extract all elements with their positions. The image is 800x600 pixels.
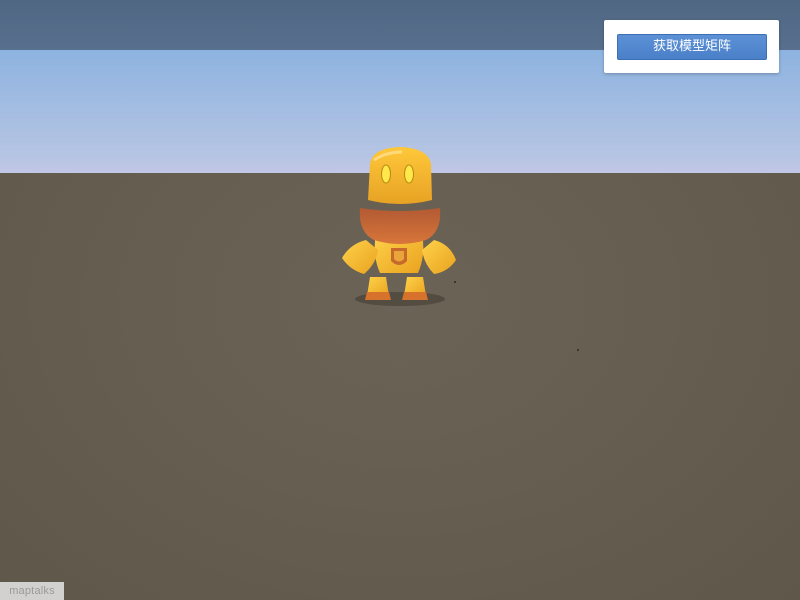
get-model-matrix-button[interactable]: 获取模型矩阵 [617,34,767,60]
control-panel: 获取模型矩阵 [604,20,779,73]
robot-3d-model[interactable] [330,140,470,310]
robot-right-arm [422,240,456,274]
maptalks-logo[interactable]: maptalks [0,582,64,600]
robot-left-arm [342,240,378,274]
ground-speck [577,349,579,351]
robot-head [368,147,432,204]
3d-map-canvas[interactable]: 获取模型矩阵 maptalks [0,0,800,600]
robot-neck [359,208,441,244]
robot-left-eye [381,164,391,184]
robot-right-eye [404,164,414,184]
